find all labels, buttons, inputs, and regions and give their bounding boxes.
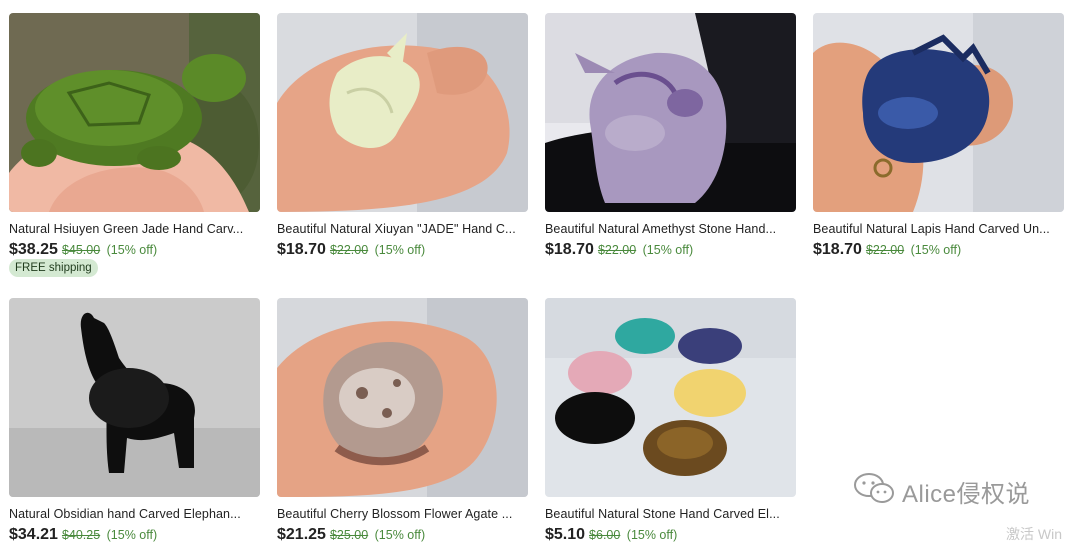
product-image[interactable] [277,13,528,212]
sale-price: $38.25 [9,241,58,258]
price-row: $38.25 $45.00 (15% off) [9,240,260,260]
product-image[interactable] [545,13,796,212]
discount-label: (15% off) [106,243,158,257]
sale-price: $18.70 [545,241,594,258]
sale-price: $5.10 [545,526,586,543]
price-row: $21.25 $25.00 (15% off) [277,525,528,545]
windows-activation-overlay: 激活 Win [1006,526,1062,542]
discount-label: (15% off) [374,243,426,257]
sale-price: $34.21 [9,526,58,543]
original-price: $22.00 [597,243,637,257]
sale-price: $18.70 [813,241,862,258]
product-title[interactable]: Beautiful Natural Xiuyan "JADE" Hand C..… [277,221,528,237]
product-title[interactable]: Natural Obsidian hand Carved Elephan... [9,506,260,522]
price-row: $18.70 $22.00 (15% off) [813,240,1064,260]
product-title[interactable]: Beautiful Cherry Blossom Flower Agate ..… [277,506,528,522]
free-shipping-badge: FREE shipping [9,259,98,277]
product-image[interactable] [545,298,796,497]
wechat-icon [852,471,896,512]
product-title[interactable]: Beautiful Natural Stone Hand Carved El..… [545,506,796,522]
original-price: $22.00 [329,243,369,257]
product-image[interactable] [9,298,260,497]
product-title[interactable]: Beautiful Natural Lapis Hand Carved Un..… [813,221,1064,237]
price-row: $18.70 $22.00 (15% off) [545,240,796,260]
price-row: $34.21 $40.25 (15% off) [9,525,260,545]
product-image[interactable] [277,298,528,497]
wechat-watermark: Alice侵权说 [852,472,1031,508]
original-price: $22.00 [865,243,905,257]
price-row: $5.10 $6.00 (15% off) [545,525,796,545]
watermark-text: Alice侵权说 [902,480,1031,508]
price-row: $18.70 $22.00 (15% off) [277,240,528,260]
original-price: $45.00 [61,243,101,257]
discount-label: (15% off) [910,243,962,257]
product-title[interactable]: Natural Hsiuyen Green Jade Hand Carv... [9,221,260,237]
sale-price: $18.70 [277,241,326,258]
product-title[interactable]: Beautiful Natural Amethyst Stone Hand... [545,221,796,237]
product-image[interactable] [813,13,1064,212]
product-image[interactable] [9,13,260,212]
sale-price: $21.25 [277,526,326,543]
discount-label: (15% off) [642,243,694,257]
